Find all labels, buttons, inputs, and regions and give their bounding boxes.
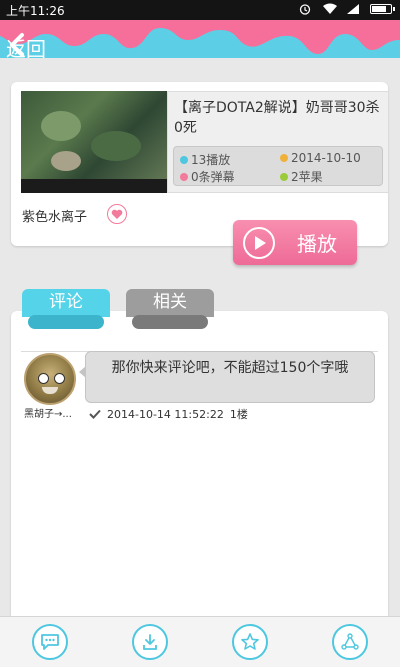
comment-button[interactable]: [32, 624, 68, 660]
comment-icon: [41, 634, 59, 650]
tab-comments[interactable]: 评论: [22, 289, 110, 333]
download-button[interactable]: [132, 624, 168, 660]
tab-related[interactable]: 相关: [126, 289, 214, 333]
comment-text: 那你快来评论吧，不能超过150个字哦: [111, 360, 349, 376]
star-button[interactable]: [232, 624, 268, 660]
danmaku-icon: [180, 172, 188, 181]
author-name[interactable]: 紫色水离子: [22, 206, 87, 225]
header-bar: 返回: [0, 20, 400, 78]
tab-comments-label: 评论: [22, 289, 110, 317]
share-icon: [341, 633, 359, 650]
video-thumbnail[interactable]: [21, 91, 167, 193]
comment-bubble: 那你快来评论吧，不能超过150个字哦: [79, 351, 375, 403]
video-stats: 13播放 2014-10-10 0条弹幕 2苹果: [173, 146, 383, 186]
status-bar: 上午11:26: [0, 0, 400, 20]
star-icon: [241, 633, 259, 650]
wifi-icon: [322, 3, 337, 15]
favorite-button[interactable]: [107, 204, 127, 224]
checkmark-icon: [89, 409, 101, 419]
apple-count: 2苹果: [291, 170, 323, 184]
comment-panel: 黑胡子→... 那你快来评论吧，不能超过150个字哦 2014-10-14 11…: [11, 311, 388, 629]
bottom-nav: [0, 616, 400, 667]
play-icon: [243, 226, 275, 259]
download-icon: [143, 634, 157, 650]
signal-icon: [346, 3, 360, 15]
comment-timestamp: 2014-10-14 11:52:22: [107, 407, 224, 421]
play-count: 13播放: [191, 153, 231, 167]
clock-icon: [280, 154, 288, 162]
apple-icon: [280, 172, 288, 181]
alarm-icon: [298, 3, 312, 15]
comment-meta: 2014-10-14 11:52:22 1楼: [89, 406, 248, 422]
play-button[interactable]: 播放: [233, 220, 357, 265]
battery-icon: [370, 4, 395, 14]
video-title: 【离子DOTA2解说】奶哥哥30杀0死: [174, 100, 380, 136]
publish-date: 2014-10-10: [291, 151, 361, 165]
avatar[interactable]: [24, 353, 76, 405]
commenter-name[interactable]: 黑胡子→...: [24, 405, 72, 420]
play-label: 播放: [297, 232, 337, 256]
back-button[interactable]: 返回: [6, 32, 46, 62]
tab-related-label: 相关: [126, 289, 214, 317]
danmaku-count: 0条弹幕: [191, 170, 235, 184]
heart-icon: [111, 209, 123, 219]
share-button[interactable]: [332, 624, 368, 660]
comment-floor: 1楼: [229, 408, 248, 421]
video-info: 【离子DOTA2解说】奶哥哥30杀0死 13播放 2014-10-10 0条弹幕…: [167, 91, 389, 193]
status-time: 上午11:26: [6, 4, 65, 18]
header-drip-decoration: [0, 20, 400, 58]
chevron-left-icon: [10, 33, 24, 57]
play-count-icon: [180, 155, 188, 164]
